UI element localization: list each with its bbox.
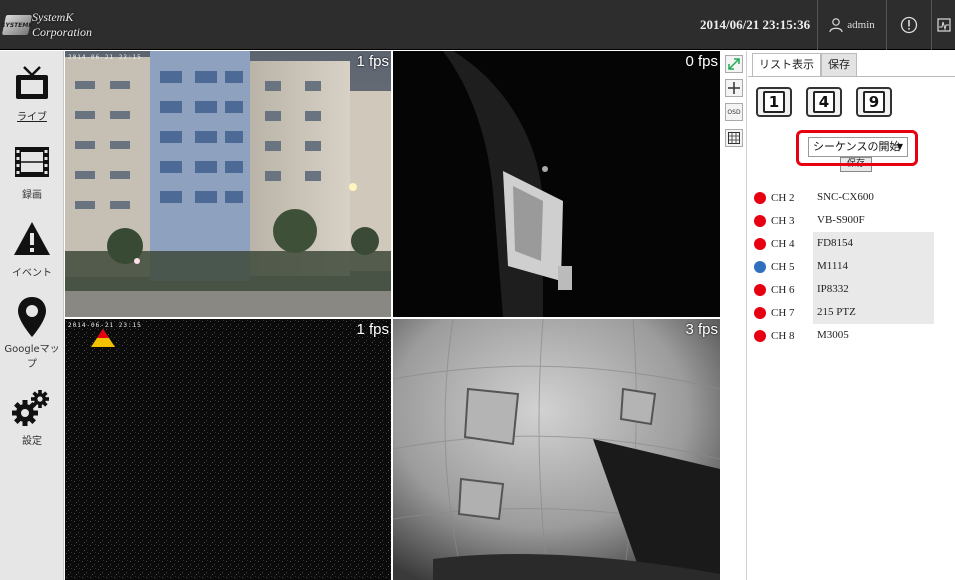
camera-view-3[interactable]: 2014-06-21 23:15 1 fps xyxy=(65,319,391,580)
channel-number: CH 8 xyxy=(771,329,795,342)
nav-item-settings[interactable]: 設定 xyxy=(0,387,64,447)
system-monitor-button[interactable] xyxy=(931,0,955,50)
grid-edit-icon xyxy=(728,132,740,144)
company-logo: SYSTEMK SystemK Corporation xyxy=(0,10,134,39)
layout-selector: 1 4 9 xyxy=(756,87,892,117)
channel-number: CH 4 xyxy=(771,237,795,250)
user-icon xyxy=(829,18,843,33)
channel-number: CH 6 xyxy=(771,283,795,296)
camera-timestamp: 2014-06-21 23:15 xyxy=(68,322,142,329)
status-dot-icon xyxy=(754,260,766,273)
channel-panel: リスト表示 保存 1 4 9 保存 シーケンスの開始 ▼ CH 2 SNC-CX… xyxy=(748,51,955,580)
nav-item-label: Googleマップ xyxy=(4,344,60,370)
activity-icon xyxy=(936,18,951,32)
channel-row[interactable]: CH 4 FD8154 xyxy=(748,232,955,255)
nav-item-label: 設定 xyxy=(22,436,42,447)
panel-tabs: リスト表示 保存 xyxy=(752,53,857,77)
channel-camera-name: SNC-CX600 xyxy=(817,191,874,203)
channel-list: CH 2 SNC-CX600 CH 3 VB-S900F CH 4 FD8154… xyxy=(748,186,955,347)
camera-tool-column: OSD xyxy=(721,51,747,580)
status-dot-icon xyxy=(754,329,766,342)
tab-list-view[interactable]: リスト表示 xyxy=(752,53,821,77)
user-menu-button[interactable]: admin xyxy=(817,0,885,50)
channel-camera-name: 215 PTZ xyxy=(813,301,934,324)
layout-4-button[interactable]: 4 xyxy=(806,87,842,117)
nav-item-live[interactable]: ライブ xyxy=(0,63,64,123)
tv-icon xyxy=(16,66,48,99)
camera-feed-image xyxy=(393,319,720,580)
channel-row[interactable]: CH 3 VB-S900F xyxy=(748,209,955,232)
logo-mark-text: SYSTEMK xyxy=(0,21,34,29)
status-dot-icon xyxy=(754,191,766,204)
camera-feed-image xyxy=(65,51,391,317)
warning-icon xyxy=(14,222,50,255)
nav-item-events[interactable]: イベント xyxy=(0,219,64,279)
ptz-move-button[interactable] xyxy=(725,79,743,97)
map-pin-icon xyxy=(18,297,46,337)
current-datetime: 2014/06/21 23:15:36 xyxy=(700,17,811,32)
move-arrows-icon xyxy=(728,82,740,94)
channel-camera-name: IP8332 xyxy=(813,278,934,301)
nav-item-google-map[interactable]: Googleマップ xyxy=(0,295,64,370)
channel-row[interactable]: CH 7 215 PTZ xyxy=(748,301,955,324)
layout-9-button[interactable]: 9 xyxy=(856,87,892,117)
channel-camera-name: M1114 xyxy=(813,255,934,278)
camera-timestamp: 2014-06-21 23:15 xyxy=(68,54,142,61)
top-bar: SYSTEMK SystemK Corporation 2014/06/21 2… xyxy=(0,0,955,50)
nav-item-recording[interactable]: 録画 xyxy=(0,143,64,201)
camera-feed-image xyxy=(393,51,720,317)
caret-down-icon: ▼ xyxy=(896,142,903,151)
camera-view-1[interactable]: 2014-06-21 23:15 1 fps xyxy=(65,51,391,317)
channel-camera-name: FD8154 xyxy=(813,232,934,255)
camera-fps: 0 fps xyxy=(685,53,718,70)
channel-number: CH 7 xyxy=(771,306,795,319)
channel-row[interactable]: CH 2 SNC-CX600 xyxy=(748,186,955,209)
status-dot-icon xyxy=(754,306,766,319)
main-nav-sidebar: ライブ 録画 イベント Googleマップ 設定 xyxy=(0,51,64,580)
expand-icon xyxy=(728,58,740,70)
channel-number: CH 3 xyxy=(771,214,795,227)
sequence-select[interactable]: シーケンスの開始 ▼ xyxy=(808,137,908,157)
channel-row[interactable]: CH 6 IP8332 xyxy=(748,278,955,301)
gears-icon xyxy=(12,390,49,426)
status-dot-icon xyxy=(754,237,766,250)
nav-item-label: 録画 xyxy=(22,190,42,201)
layout-label: 4 xyxy=(813,91,835,113)
camera-fps: 1 fps xyxy=(356,53,389,70)
tab-divider xyxy=(748,76,955,77)
camera-feed-image xyxy=(65,319,391,580)
layout-label: 9 xyxy=(863,91,885,113)
layout-grid-button[interactable] xyxy=(725,129,743,147)
channel-camera-name: M3005 xyxy=(817,329,849,341)
osd-toggle-button[interactable]: OSD xyxy=(725,103,743,121)
channel-number: CH 2 xyxy=(771,191,795,204)
camera-fps: 3 fps xyxy=(685,321,718,338)
sequence-select-value: シーケンスの開始 xyxy=(813,140,901,153)
camera-view-2[interactable]: 0 fps xyxy=(393,51,720,317)
status-dot-icon xyxy=(754,214,766,227)
tab-save[interactable]: 保存 xyxy=(821,53,857,77)
layout-1-button[interactable]: 1 xyxy=(756,87,792,117)
nav-item-label: イベント xyxy=(12,268,52,279)
logo-mark: SYSTEMK xyxy=(0,15,34,35)
exclamation-circle-icon xyxy=(900,16,917,34)
brand-name: SystemK Corporation xyxy=(32,10,93,39)
channel-row[interactable]: CH 8 M3005 xyxy=(748,324,955,347)
camera-fps: 1 fps xyxy=(356,321,389,338)
alert-button[interactable] xyxy=(886,0,930,50)
film-icon xyxy=(15,147,49,177)
sequence-highlight: シーケンスの開始 ▼ xyxy=(796,130,918,166)
channel-camera-name: VB-S900F xyxy=(817,214,865,226)
camera-view-4[interactable]: 3 fps xyxy=(393,319,720,580)
user-name: admin xyxy=(847,19,875,31)
channel-row[interactable]: CH 5 M1114 xyxy=(748,255,955,278)
channel-number: CH 5 xyxy=(771,260,795,273)
fullscreen-button[interactable] xyxy=(725,55,743,73)
nav-item-label: ライブ xyxy=(17,112,47,123)
layout-label: 1 xyxy=(763,91,785,113)
status-dot-icon xyxy=(754,283,766,296)
camera-grid: 2014-06-21 23:15 1 fps 0 fps 2014-06-21 … xyxy=(65,51,720,580)
